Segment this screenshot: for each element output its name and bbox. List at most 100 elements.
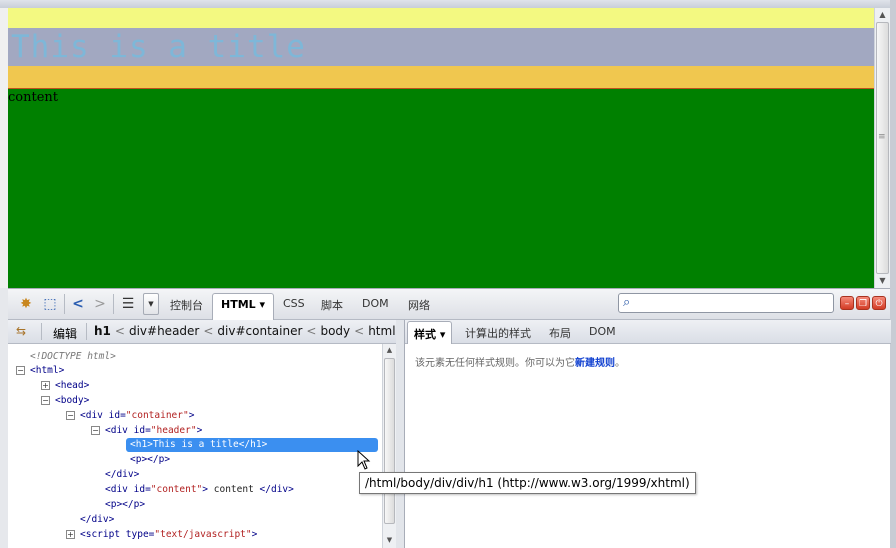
tab-script[interactable]: 脚本 bbox=[321, 297, 343, 313]
content-attr: id= bbox=[133, 484, 151, 495]
crumb-body[interactable]: body bbox=[320, 324, 350, 338]
expand-script-icon[interactable]: + bbox=[66, 530, 75, 539]
crumb-header[interactable]: div#header bbox=[129, 324, 199, 338]
collapse-container-icon[interactable]: − bbox=[66, 411, 75, 420]
back-icon[interactable]: < bbox=[68, 295, 88, 313]
script-attr: type= bbox=[125, 529, 155, 540]
div-close-tag: </div> bbox=[80, 514, 115, 525]
page-title: This is a title bbox=[11, 29, 306, 65]
scroll-up-arrow-icon[interactable]: ▲ bbox=[875, 8, 890, 22]
tree-node-script[interactable]: <script type="text/javascript"> bbox=[80, 528, 257, 542]
breadcrumb-separator bbox=[86, 323, 87, 340]
content-tag: <div bbox=[105, 484, 128, 495]
container-tag: <div bbox=[80, 410, 103, 421]
firebug-bug-icon[interactable]: ✸ bbox=[16, 295, 36, 313]
tree-scroll-down-icon[interactable]: ▼ bbox=[383, 536, 396, 544]
html-panel: ⇆ 编辑 h1 < div#header < div#container < body < ht… bbox=[8, 320, 396, 548]
tab-side-dom[interactable]: DOM bbox=[589, 325, 616, 338]
div-close-tag: </div> bbox=[105, 469, 140, 480]
header-paragraph-band bbox=[8, 66, 874, 88]
detach-window-icon[interactable]: ❐ bbox=[856, 296, 870, 310]
tab-layout[interactable]: 布局 bbox=[549, 325, 571, 341]
new-rule-link[interactable]: 新建规则 bbox=[575, 358, 615, 369]
collapse-header-icon[interactable]: − bbox=[91, 426, 100, 435]
tab-net[interactable]: 网络 bbox=[408, 297, 430, 313]
container-attr: id= bbox=[108, 410, 126, 421]
tree-doctype: <!DOCTYPE html> bbox=[30, 350, 116, 364]
tree-node-content[interactable]: <div id="content"> content </div> bbox=[105, 483, 294, 497]
h1-open-tag: <h1> bbox=[130, 439, 153, 450]
header-title-band: This is a title bbox=[8, 28, 874, 66]
tree-node-head[interactable]: <head> bbox=[55, 379, 89, 393]
header-tag: <div bbox=[105, 425, 128, 436]
header-val: "header" bbox=[150, 425, 197, 436]
panel-menu-dropdown[interactable]: ▼ bbox=[143, 293, 159, 315]
minimize-icon[interactable]: – bbox=[840, 296, 854, 310]
tree-node-h1-selected[interactable]: <h1>This is a title</h1> bbox=[126, 438, 378, 452]
inspect-element-icon[interactable]: ⬚ bbox=[40, 295, 60, 313]
side-panel-tabs: 样式 ▾ 计算出的样式 布局 DOM bbox=[405, 320, 891, 344]
tab-style[interactable]: 样式 ▾ bbox=[407, 321, 453, 344]
content-text: content bbox=[8, 90, 58, 105]
crumb-separator: < bbox=[114, 324, 125, 338]
tab-css[interactable]: CSS bbox=[283, 297, 305, 310]
breadcrumb: ⇆ 编辑 h1 < div#header < div#container < body < ht… bbox=[8, 320, 396, 344]
tree-node-header[interactable]: <div id="header"> bbox=[105, 424, 202, 438]
collapse-html-icon[interactable]: − bbox=[16, 366, 25, 375]
message-suffix: 。 bbox=[615, 358, 625, 369]
content-area: content bbox=[8, 88, 874, 288]
mouse-cursor-icon bbox=[357, 450, 371, 470]
tree-scroll-up-icon[interactable]: ▲ bbox=[383, 346, 396, 354]
tab-html[interactable]: HTML ▾ bbox=[212, 293, 275, 321]
tree-node-container[interactable]: <div id="container"> bbox=[80, 409, 194, 423]
chevron-down-icon: ▾ bbox=[259, 298, 266, 311]
crumb-container[interactable]: div#container bbox=[217, 324, 302, 338]
tab-dom[interactable]: DOM bbox=[362, 297, 389, 310]
search-input[interactable] bbox=[641, 295, 829, 311]
firebug-toolbar: ✸ ⬚ < > ☰ ▼ 控制台 HTML ▾ CSS 脚本 DOM 网络 ⌕ –… bbox=[8, 288, 890, 321]
tab-style-label: 样式 bbox=[414, 328, 436, 341]
tag-close-bracket: > bbox=[251, 529, 258, 540]
panel-splitter[interactable] bbox=[396, 320, 404, 548]
content-val: "content" bbox=[150, 484, 203, 495]
tree-node-body[interactable]: <body> bbox=[55, 394, 89, 408]
inspect-toggle-icon[interactable]: ⇆ bbox=[16, 324, 26, 338]
search-box[interactable]: ⌕ bbox=[618, 293, 834, 313]
tag-close-bracket: > bbox=[188, 410, 195, 421]
side-panel: 样式 ▾ 计算出的样式 布局 DOM 该元素无任何样式规则。你可以为它新建规则。 bbox=[404, 320, 891, 548]
crumb-separator: < bbox=[354, 324, 365, 338]
p-tag: <p></p> bbox=[130, 454, 171, 465]
scroll-grip-icon: ≡ bbox=[878, 132, 886, 142]
tree-node-p2[interactable]: <p></p> bbox=[105, 498, 145, 512]
crumb-h1[interactable]: h1 bbox=[94, 324, 111, 338]
forward-icon[interactable]: > bbox=[90, 295, 110, 313]
p2-tag: <p></p> bbox=[105, 499, 146, 510]
tree-node-html[interactable]: <html> bbox=[30, 364, 64, 378]
head-tag: <head> bbox=[55, 380, 90, 391]
list-icon[interactable]: ☰ bbox=[118, 295, 138, 313]
tab-console[interactable]: 控制台 bbox=[170, 297, 203, 313]
scroll-down-arrow-icon[interactable]: ▼ bbox=[875, 274, 890, 288]
collapse-body-icon[interactable]: − bbox=[41, 396, 50, 405]
h1-close-tag: </h1> bbox=[238, 439, 268, 450]
html-tree: <!DOCTYPE html> − <html> + <head> − <bod… bbox=[8, 344, 382, 548]
h1-text: This is a title bbox=[152, 439, 239, 450]
html-tag: <html> bbox=[30, 365, 65, 376]
header-attr: id= bbox=[133, 425, 151, 436]
crumb-html[interactable]: html bbox=[368, 324, 395, 338]
breadcrumb-separator bbox=[41, 323, 42, 340]
page-vertical-scrollbar[interactable]: ▲ ≡ ▼ bbox=[874, 8, 890, 288]
container-val: "container" bbox=[125, 410, 189, 421]
tree-node-p[interactable]: <p></p> bbox=[130, 453, 170, 467]
content-close-tag: </div> bbox=[259, 484, 294, 495]
crumb-separator: < bbox=[203, 324, 214, 338]
tree-scroll-thumb[interactable] bbox=[384, 358, 395, 524]
viewport-left-edge bbox=[0, 8, 8, 288]
close-firebug-icon[interactable]: ⏻ bbox=[872, 296, 886, 310]
tree-scrollbar[interactable]: ▲ ▼ bbox=[382, 344, 396, 548]
scroll-thumb[interactable] bbox=[876, 22, 889, 274]
tab-computed[interactable]: 计算出的样式 bbox=[465, 325, 531, 341]
expand-head-icon[interactable]: + bbox=[41, 381, 50, 390]
tab-html-label: HTML bbox=[221, 298, 256, 311]
edit-button[interactable]: 编辑 bbox=[53, 325, 77, 342]
